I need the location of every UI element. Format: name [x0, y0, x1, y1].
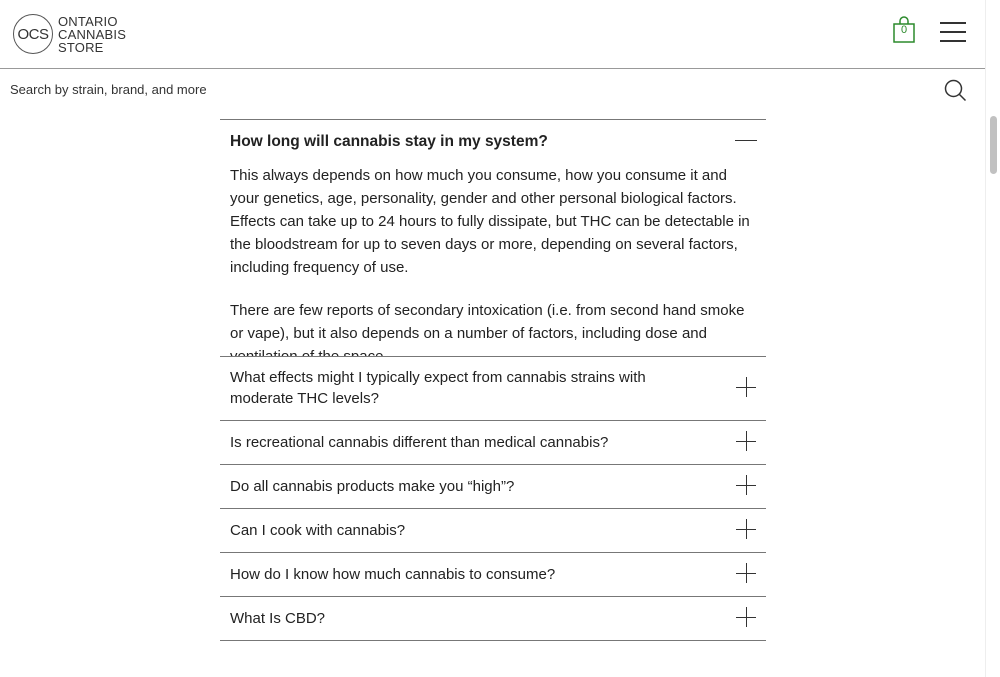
search-bar	[0, 69, 985, 109]
faq-question: What Is CBD?	[230, 610, 326, 627]
collapse-icon[interactable]	[735, 140, 757, 141]
site-header: OCS ONTARIO CANNABIS STORE 0	[0, 0, 985, 69]
logo-wordmark: ONTARIO CANNABIS STORE	[58, 15, 126, 54]
scrollbar-thumb[interactable]	[990, 116, 997, 174]
ocs-logo[interactable]: OCS ONTARIO CANNABIS STORE	[13, 12, 126, 56]
expand-icon[interactable]	[736, 607, 756, 627]
search-input[interactable]	[10, 79, 890, 99]
menu-button[interactable]	[940, 22, 966, 42]
expand-icon[interactable]	[736, 475, 756, 495]
faq-item-open: How long will cannabis stay in my system…	[220, 119, 766, 356]
faq-question: Do all cannabis products make you “high”…	[230, 478, 515, 495]
faq-item[interactable]: What effects might I typically expect fr…	[220, 356, 766, 420]
faq-question-button[interactable]: How long will cannabis stay in my system…	[220, 120, 766, 164]
expand-icon[interactable]	[736, 377, 756, 397]
cart-button[interactable]: 0	[892, 16, 916, 44]
logo-line-3: STORE	[58, 39, 104, 55]
logo-line-2: CANNABIS	[58, 26, 127, 42]
faq-question: Is recreational cannabis different than …	[230, 434, 609, 451]
logo-mark: OCS	[13, 14, 53, 54]
faq-item[interactable]: Can I cook with cannabis?	[220, 508, 766, 552]
faq-question: What effects might I typically expect fr…	[230, 369, 646, 407]
faq-accordion: How long will cannabis stay in my system…	[220, 119, 766, 641]
expand-icon[interactable]	[736, 563, 756, 583]
faq-item[interactable]: Do all cannabis products make you “high”…	[220, 464, 766, 508]
faq-question: How long will cannabis stay in my system…	[230, 133, 548, 150]
faq-answer: This always depends on how much you cons…	[220, 164, 766, 356]
faq-item[interactable]: What Is CBD?	[220, 596, 766, 640]
expand-icon[interactable]	[736, 519, 756, 539]
faq-question: How do I know how much cannabis to consu…	[230, 566, 556, 583]
search-icon[interactable]	[943, 78, 967, 102]
faq-answer-paragraph: There are few reports of secondary intox…	[230, 302, 745, 356]
faq-answer-paragraph: This always depends on how much you cons…	[230, 167, 750, 276]
expand-icon[interactable]	[736, 431, 756, 451]
faq-divider	[220, 640, 766, 641]
page-scrollbar[interactable]	[985, 0, 1000, 677]
faq-item[interactable]: How do I know how much cannabis to consu…	[220, 552, 766, 596]
logo-line-1: ONTARIO	[58, 13, 118, 29]
faq-item[interactable]: Is recreational cannabis different than …	[220, 420, 766, 464]
hamburger-menu-icon	[940, 22, 966, 42]
faq-question: Can I cook with cannabis?	[230, 522, 406, 539]
cart-count-badge: 0	[900, 24, 908, 36]
